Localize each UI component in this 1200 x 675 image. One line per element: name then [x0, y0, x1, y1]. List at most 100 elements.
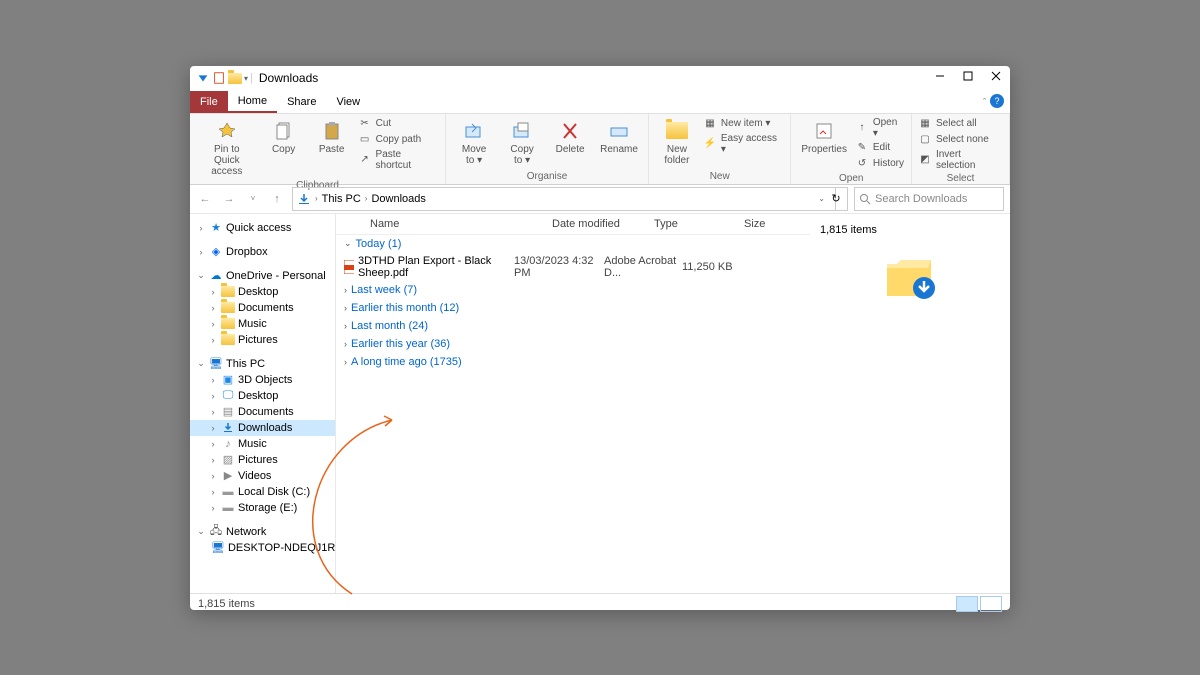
tree-onedrive[interactable]: ⌄☁OneDrive - Personal — [190, 268, 335, 284]
title-bar: ▾ | Downloads — [190, 66, 1010, 91]
crumb-chevron-icon[interactable]: › — [315, 194, 318, 203]
group-open-label: Open — [797, 172, 905, 186]
paste-button[interactable]: Paste — [310, 116, 354, 157]
cloud-icon: ☁ — [209, 269, 223, 283]
new-item-button[interactable]: ▦New item ▾ — [703, 116, 785, 132]
group-organise-label: Organise — [452, 170, 642, 184]
group-long-ago[interactable]: ›A long time ago (1735) — [336, 353, 810, 371]
pin-to-quick-access-button[interactable]: Pin to Quick access — [196, 116, 258, 179]
file-icon[interactable] — [212, 71, 226, 85]
file-row[interactable]: 3DTHD Plan Export - Black Sheep.pdf 13/0… — [336, 253, 810, 281]
navigation-tree[interactable]: ›★Quick access ›◈Dropbox ⌄☁OneDrive - Pe… — [190, 214, 336, 593]
collapse-ribbon-icon[interactable]: ˆ — [983, 97, 986, 107]
column-headers: Name Date modified Type Size — [336, 214, 810, 235]
tree-storage-e[interactable]: ›▬Storage (E:) — [190, 500, 335, 516]
tree-quick-access[interactable]: ›★Quick access — [190, 220, 335, 236]
group-today[interactable]: ⌄Today (1) — [336, 235, 810, 253]
downloads-folder-icon — [884, 250, 936, 302]
tab-file[interactable]: File — [190, 91, 228, 113]
col-name[interactable]: Name — [336, 218, 546, 230]
tree-music[interactable]: ›♪Music — [190, 436, 335, 452]
view-buttons — [956, 596, 1002, 612]
tree-network-pc[interactable]: 🖥DESKTOP-NDEQJ1R — [190, 540, 335, 556]
delete-button[interactable]: Delete — [548, 116, 592, 157]
tree-documents[interactable]: ›▤Documents — [190, 404, 335, 420]
address-dropdown-icon[interactable]: ⌄ — [818, 194, 825, 203]
properties-button[interactable]: Properties — [797, 116, 850, 157]
tree-videos[interactable]: ›▶Videos — [190, 468, 335, 484]
copy-button[interactable]: Copy — [262, 116, 306, 157]
group-earlier-month[interactable]: ›Earlier this month (12) — [336, 299, 810, 317]
copy-path-button[interactable]: ▭Copy path — [358, 132, 439, 148]
history-button[interactable]: ↺History — [855, 156, 905, 172]
crumb-chevron-icon[interactable]: › — [365, 194, 368, 203]
move-to-button[interactable]: Move to ▾ — [452, 116, 496, 168]
move-icon — [464, 121, 484, 141]
group-last-month[interactable]: ›Last month (24) — [336, 317, 810, 335]
file-date: 13/03/2023 4:32 PM — [514, 255, 604, 279]
new-item-icon: ▦ — [703, 117, 717, 131]
group-last-week[interactable]: ›Last week (7) — [336, 281, 810, 299]
tree-od-pictures[interactable]: ›Pictures — [190, 332, 335, 348]
tree-this-pc[interactable]: ⌄🖥This PC — [190, 356, 335, 372]
window-title: Downloads — [259, 71, 318, 85]
forward-button[interactable]: → — [220, 190, 238, 208]
group-earlier-year[interactable]: ›Earlier this year (36) — [336, 335, 810, 353]
tree-dropbox[interactable]: ›◈Dropbox — [190, 244, 335, 260]
cut-button[interactable]: ✂Cut — [358, 116, 439, 132]
col-date[interactable]: Date modified — [546, 218, 648, 230]
select-none-button[interactable]: ▢Select none — [918, 132, 1003, 148]
new-folder-button[interactable]: New folder — [655, 116, 699, 168]
tree-pictures[interactable]: ›▨Pictures — [190, 452, 335, 468]
help-icon[interactable]: ? — [990, 94, 1004, 108]
preview-pane: 1,815 items — [810, 214, 1010, 593]
group-select-label: Select — [918, 172, 1003, 186]
tab-view[interactable]: View — [326, 91, 370, 113]
open-button[interactable]: ↑Open ▾ — [855, 116, 905, 140]
tree-desktop[interactable]: ›🖵Desktop — [190, 388, 335, 404]
address-bar[interactable]: › This PC › Downloads — [292, 187, 836, 211]
disk-icon: ▬ — [221, 485, 235, 499]
back-button[interactable]: ← — [196, 190, 214, 208]
thumbnails-view-button[interactable] — [980, 596, 1002, 612]
search-icon — [859, 193, 871, 205]
properties-icon — [815, 122, 833, 140]
tree-3d-objects[interactable]: ›▣3D Objects — [190, 372, 335, 388]
crumb-thispc[interactable]: This PC — [322, 193, 361, 205]
maximize-button[interactable] — [954, 66, 982, 86]
ribbon-tabs: File Home Share View ˆ ? — [190, 91, 1010, 114]
edit-icon: ✎ — [855, 141, 869, 155]
tree-od-music[interactable]: ›Music — [190, 316, 335, 332]
star-icon: ★ — [209, 221, 223, 235]
tab-share[interactable]: Share — [277, 91, 326, 113]
col-type[interactable]: Type — [648, 218, 738, 230]
invert-selection-button[interactable]: ◩Invert selection — [918, 148, 1003, 172]
tree-local-disk-c[interactable]: ›▬Local Disk (C:) — [190, 484, 335, 500]
details-view-button[interactable] — [956, 596, 978, 612]
refresh-button[interactable]: ↻ — [825, 187, 848, 211]
ribbon: Pin to Quick access Copy Paste ✂Cut ▭Cop… — [190, 114, 1010, 185]
tree-network[interactable]: ⌄🖧Network — [190, 524, 335, 540]
crumb-downloads[interactable]: Downloads — [371, 193, 425, 205]
rename-button[interactable]: Rename — [596, 116, 642, 157]
search-input[interactable]: Search Downloads — [854, 187, 1004, 211]
col-size[interactable]: Size — [738, 218, 810, 230]
tree-downloads[interactable]: ›Downloads — [190, 420, 335, 436]
easy-access-button[interactable]: ⚡Easy access ▾ — [703, 132, 785, 156]
file-type: Adobe Acrobat D... — [604, 255, 682, 279]
folder-icon[interactable] — [228, 71, 242, 85]
recent-dropdown[interactable]: ˅ — [244, 190, 262, 208]
select-all-button[interactable]: ▦Select all — [918, 116, 1003, 132]
up-button[interactable]: ↑ — [268, 190, 286, 208]
tree-od-desktop[interactable]: ›Desktop — [190, 284, 335, 300]
tab-home[interactable]: Home — [228, 91, 277, 113]
copy-to-button[interactable]: Copy to ▾ — [500, 116, 544, 168]
minimize-button[interactable] — [926, 66, 954, 86]
qat-dropdown-icon[interactable]: ▾ — [244, 74, 248, 83]
close-button[interactable] — [982, 66, 1010, 86]
tree-od-documents[interactable]: ›Documents — [190, 300, 335, 316]
paste-shortcut-button[interactable]: ↗Paste shortcut — [358, 148, 439, 172]
file-list[interactable]: Name Date modified Type Size ⌄Today (1) … — [336, 214, 810, 593]
edit-button[interactable]: ✎Edit — [855, 140, 905, 156]
down-arrow-icon[interactable] — [196, 71, 210, 85]
